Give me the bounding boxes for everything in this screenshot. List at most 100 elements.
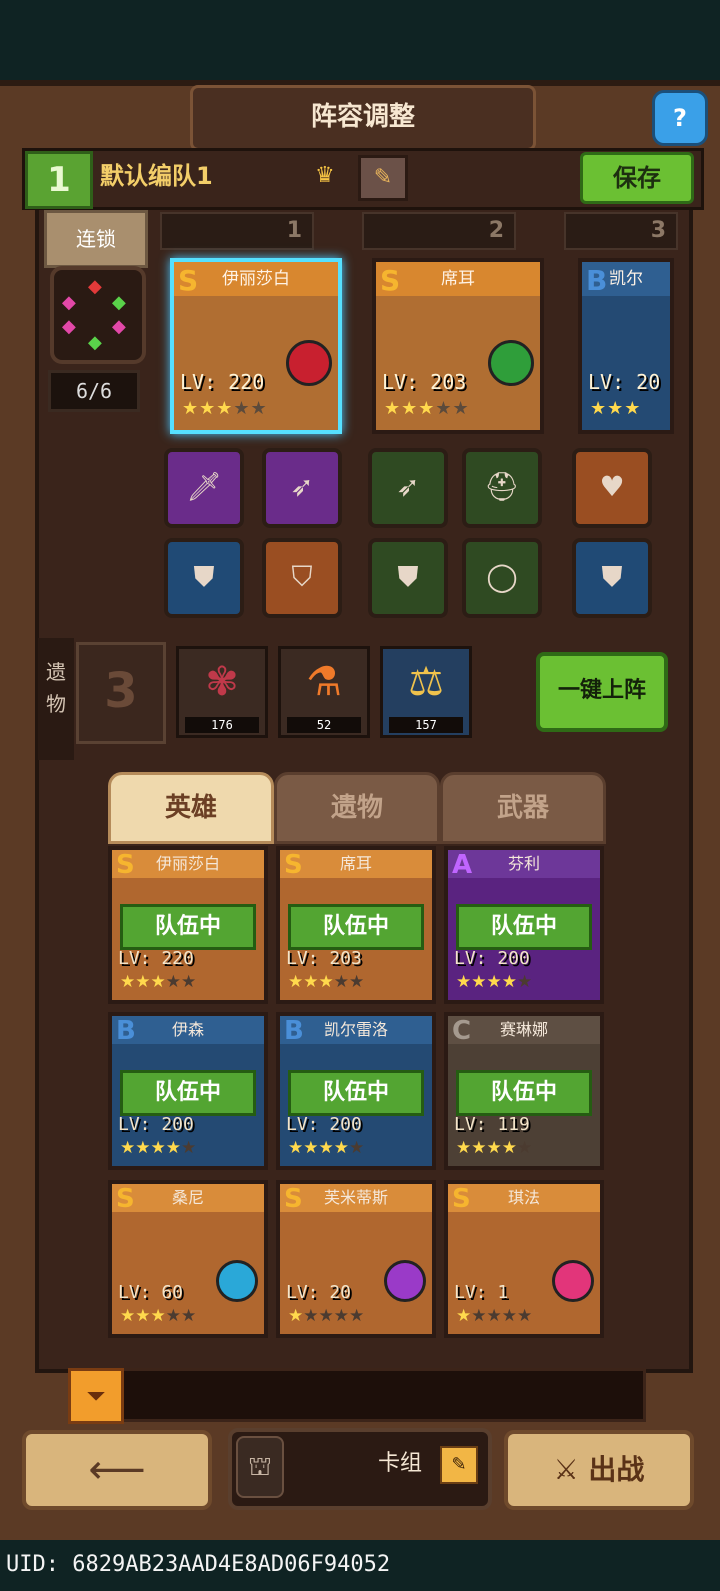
hero-level: LV: 203: [382, 370, 467, 394]
pink-gem-icon: ◆: [112, 316, 126, 337]
edit-deck-icon[interactable]: ✎: [440, 1446, 478, 1484]
hero-name: 伊丽莎白: [112, 850, 264, 878]
hero-level: LV: 200: [454, 948, 530, 969]
roster-hero-card[interactable]: 桑尼 S LV: 60 ★★★★★: [108, 1180, 268, 1338]
hero-grade: B: [586, 264, 608, 297]
tab-heroes[interactable]: 英雄: [108, 772, 274, 844]
roster-hero-card[interactable]: 芬利 A LV: 200 ★★★★★ 队伍中: [444, 846, 604, 1004]
crown-icon: ♛: [315, 163, 335, 188]
bow-equip-icon[interactable]: ➶: [368, 448, 448, 528]
sword-equip-icon[interactable]: 🗡: [164, 448, 244, 528]
help-icon[interactable]: ?: [652, 90, 708, 146]
back-button[interactable]: ⟵: [22, 1430, 212, 1510]
hero-grade: S: [116, 850, 135, 880]
in-team-badge: 队伍中: [288, 1070, 424, 1116]
hat-equip-icon[interactable]: ⛑: [462, 448, 542, 528]
in-team-badge: 队伍中: [456, 904, 592, 950]
roster-hero-card[interactable]: 凯尔雷洛 B LV: 200 ★★★★★ 队伍中: [276, 1012, 436, 1170]
slot-header-3: 3: [564, 212, 678, 250]
hero-level: LV: 60: [118, 1282, 184, 1303]
armor-equip-icon[interactable]: ⛊: [368, 538, 448, 618]
roster-hero-card[interactable]: 伊丽莎白 S LV: 220 ★★★★★ 队伍中: [108, 846, 268, 1004]
armor-equip-icon[interactable]: ⛊: [572, 538, 652, 618]
slot-header-1: 1: [160, 212, 314, 250]
hero-stars: ★★★: [590, 398, 642, 419]
roster-hero-card[interactable]: 席耳 S LV: 203 ★★★★★ 队伍中: [276, 846, 436, 1004]
hero-grade: S: [116, 1184, 135, 1214]
hero-stars: ★★★★★: [384, 398, 470, 419]
roster-hero-card[interactable]: 赛琳娜 C LV: 119 ★★★★★ 队伍中: [444, 1012, 604, 1170]
relic-slot[interactable]: ⚗ 52: [278, 646, 370, 738]
hero-grade: S: [452, 1184, 471, 1214]
deck-label: 卡组: [377, 1451, 422, 1476]
cloak-equip-icon[interactable]: ⛉: [262, 538, 342, 618]
hero-name: 芙米蒂斯: [280, 1184, 432, 1212]
pink-gem-icon: ◆: [62, 292, 76, 313]
tab-weapons[interactable]: 武器: [440, 772, 606, 844]
hero-level: LV: 200: [118, 1114, 194, 1135]
hero-name: 伊丽莎白: [174, 262, 338, 296]
in-team-badge: 队伍中: [288, 904, 424, 950]
roster-hero-card[interactable]: 伊森 B LV: 200 ★★★★★ 队伍中: [108, 1012, 268, 1170]
chain-gems: ◆ ◆ ◆ ◆ ◆ ◆: [50, 266, 146, 364]
team-number[interactable]: 1: [25, 151, 93, 209]
armor-equip-icon[interactable]: ⛊: [164, 538, 244, 618]
hero-level: LV: 220: [118, 948, 194, 969]
formation-hero-card[interactable]: 伊丽莎白 S LV: 220 ★★★★★: [170, 258, 342, 434]
relic-slot-count: 3: [76, 642, 166, 744]
save-button[interactable]: 保存: [580, 152, 694, 204]
relic-level: 52: [287, 717, 361, 733]
roster-hero-card[interactable]: 琪法 S LV: 1 ★★★★★: [444, 1180, 604, 1338]
auto-deploy-button[interactable]: 一键上阵: [536, 652, 668, 732]
formation-hero-card[interactable]: 凯尔 B LV: 20 ★★★: [578, 258, 674, 434]
arcane-element-icon: [384, 1260, 426, 1302]
filter-icon[interactable]: ⏷: [68, 1368, 124, 1424]
pink-gem-icon: ◆: [62, 316, 76, 337]
relic-level: 157: [389, 717, 463, 733]
user-id: UID: 6829AB23AAD4E8AD06F94052: [0, 1540, 720, 1590]
hero-level: LV: 119: [454, 1114, 530, 1135]
bow-equip-icon[interactable]: ➶: [262, 448, 342, 528]
hero-grade: S: [284, 1184, 303, 1214]
hero-name: 席耳: [376, 262, 540, 296]
slot-header-2: 2: [362, 212, 516, 250]
hero-level: LV: 220: [180, 370, 265, 394]
hero-stars: ★★★★★: [288, 1306, 365, 1326]
hero-grade: B: [284, 1016, 304, 1046]
hero-level: LV: 1: [454, 1282, 509, 1303]
hero-grade: B: [116, 1016, 136, 1046]
roster-hero-card[interactable]: 芙米蒂斯 S LV: 20 ★★★★★: [276, 1180, 436, 1338]
in-team-badge: 队伍中: [120, 1070, 256, 1116]
target-element-icon: [552, 1260, 594, 1302]
rename-team-button[interactable]: ✎: [358, 155, 408, 201]
red-gem-icon: ◆: [88, 276, 102, 297]
hero-grade: S: [284, 850, 303, 880]
in-team-badge: 队伍中: [456, 1070, 592, 1116]
hero-name: 席耳: [280, 850, 432, 878]
hero-stars: ★★★★★: [456, 1306, 533, 1326]
thorn-relic-icon: ✾: [205, 659, 239, 705]
battle-button[interactable]: ⚔ 出战: [504, 1430, 694, 1510]
relic-slot[interactable]: ⚖ 157: [380, 646, 472, 738]
hero-grade: S: [178, 264, 199, 297]
hero-level: LV: 203: [286, 948, 362, 969]
relic-slot[interactable]: ✾ 176: [176, 646, 268, 738]
green-gem-icon: ◆: [88, 332, 102, 353]
hero-stars: ★★★★★: [120, 1138, 197, 1158]
hero-stars: ★★★★★: [456, 972, 533, 992]
nature-element-icon: [488, 340, 534, 386]
heart-element-icon: [286, 340, 332, 386]
page-title: 阵容调整: [190, 85, 536, 151]
chain-button[interactable]: 连锁: [44, 210, 148, 268]
formation-hero-card[interactable]: 席耳 S LV: 203 ★★★★★: [372, 258, 544, 434]
lock-icon: ⛫: [236, 1436, 284, 1498]
amulet-equip-icon[interactable]: ♥: [572, 448, 652, 528]
crossed-swords-icon: ⚔: [553, 1453, 579, 1486]
relic-label: 遗物: [38, 638, 74, 760]
team-name[interactable]: 默认编队1: [100, 152, 340, 200]
green-gem-icon: ◆: [112, 292, 126, 313]
back-arrow-icon: ⟵: [88, 1447, 146, 1493]
hero-stars: ★★★★★: [120, 1306, 197, 1326]
ring-equip-icon[interactable]: ◯: [462, 538, 542, 618]
tab-relics[interactable]: 遗物: [274, 772, 440, 844]
